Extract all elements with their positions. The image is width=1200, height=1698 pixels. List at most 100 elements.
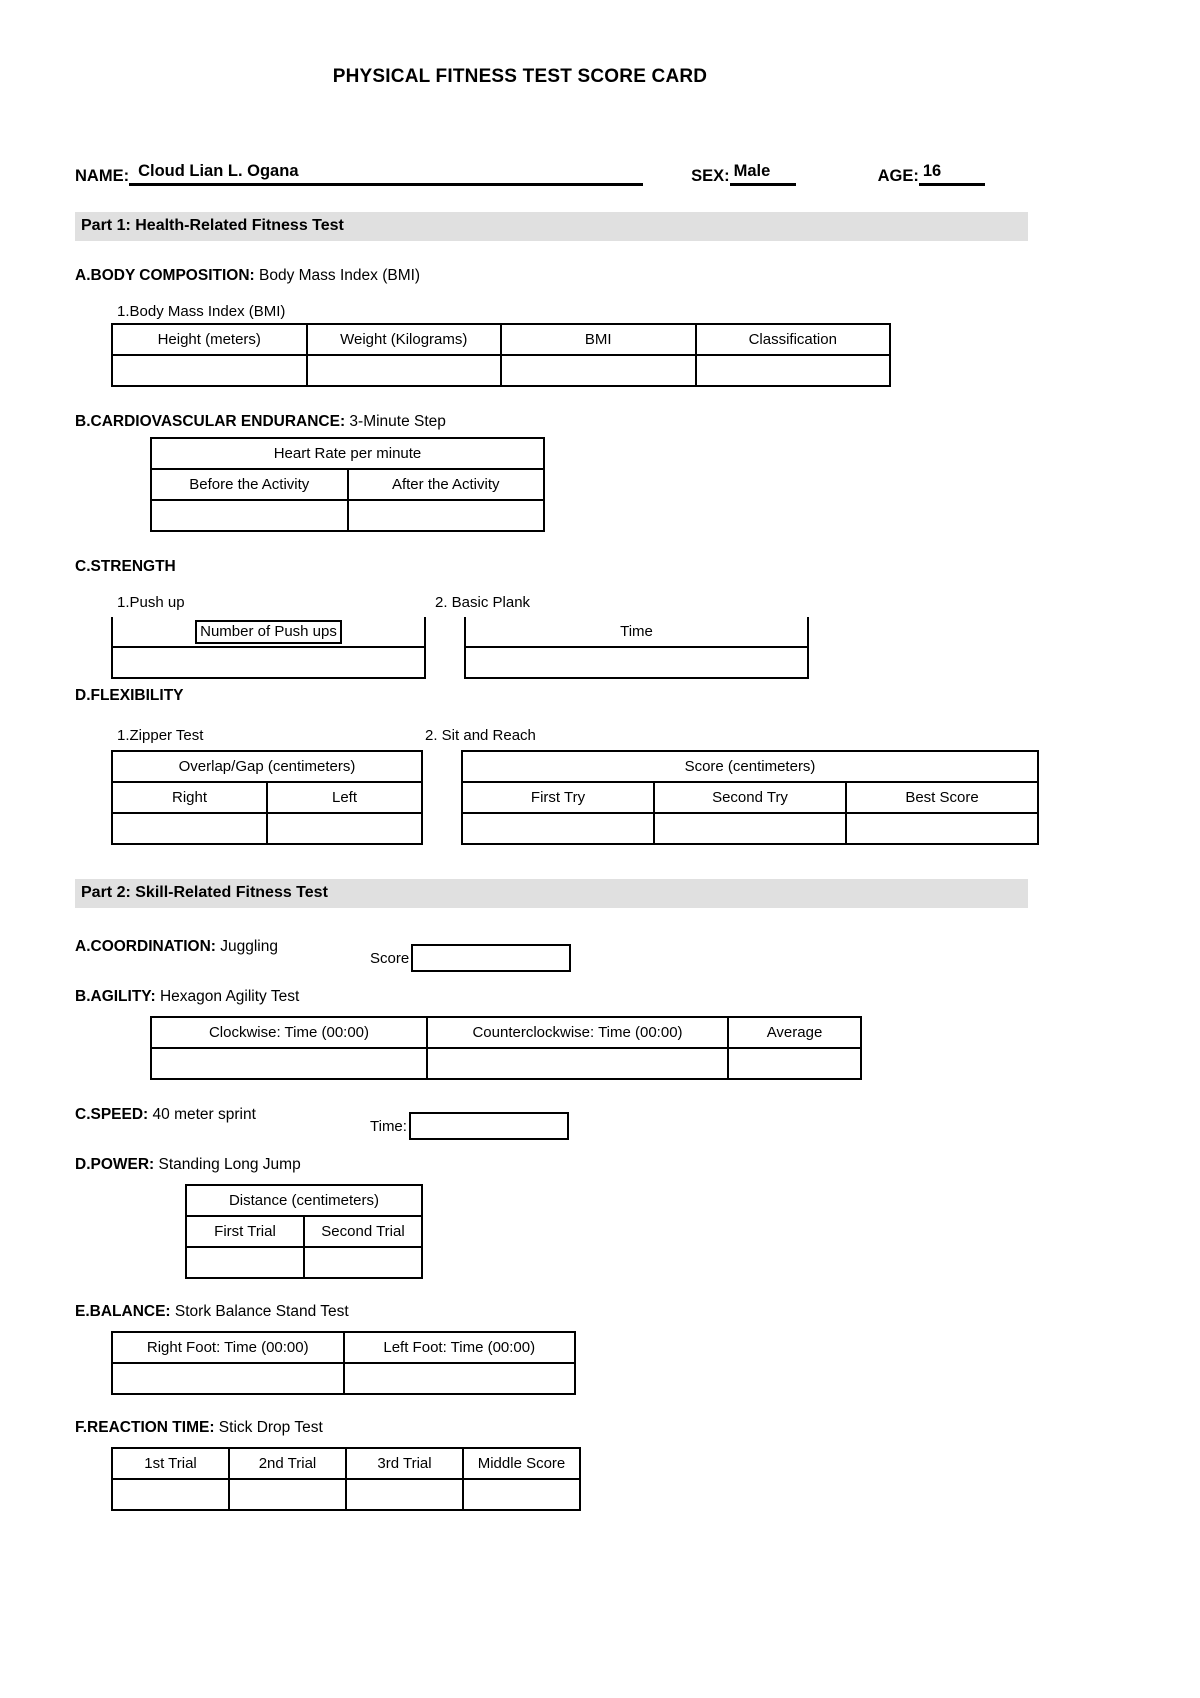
section-p2e-sublabel: Stork Balance Stand Test [170,1303,349,1320]
section-p2a-label: A.COORDINATION: [75,938,216,955]
balance-value-right-foot[interactable] [111,1362,345,1395]
sex-field[interactable]: Male [729,162,796,186]
pushup-sub-label: 1.Push up [117,594,185,611]
sex-label: SEX: [691,167,730,185]
section-p2b-sublabel: Hexagon Agility Test [155,988,300,1005]
reaction-header-trial-2: 2nd Trial [228,1447,347,1480]
reaction-value-trial-2[interactable] [228,1478,347,1511]
heart-rate-group-header: Heart Rate per minute [150,437,545,470]
agility-value-clockwise[interactable] [150,1047,428,1080]
score-card-page: PHYSICAL FITNESS TEST SCORE CARD NAME: C… [0,0,1200,1698]
reaction-value-trial-1[interactable] [111,1478,230,1511]
table-header-row: Distance (centimeters) [185,1184,423,1217]
section-p2f-sublabel: Stick Drop Test [214,1419,323,1436]
zipper-value-left[interactable] [266,812,423,845]
table-header-row: Right Left [111,781,423,814]
bmi-value-weight[interactable] [305,354,502,387]
table-header-row: Overlap/Gap (centimeters) [111,750,423,783]
sitreach-group-header: Score (centimeters) [461,750,1039,783]
table-row [111,1362,576,1395]
agility-value-counterclockwise[interactable] [426,1047,729,1080]
power-header-second-trial: Second Trial [303,1215,423,1248]
bmi-sub-label: 1.Body Mass Index (BMI) [117,303,286,320]
zipper-group-header: Overlap/Gap (centimeters) [111,750,423,783]
bmi-value-classification[interactable] [694,354,891,387]
section-reaction-time-heading: F.REACTION TIME: Stick Drop Test [75,1419,1040,1437]
section-p2b-label: B.AGILITY: [75,988,156,1005]
reaction-header-trial-1: 1st Trial [111,1447,230,1480]
part1-banner: Part 1: Health-Related Fitness Test [75,212,1028,241]
section-b1-label: B.CARDIOVASCULAR ENDURANCE: [75,413,346,430]
power-value-second-trial[interactable] [303,1246,423,1279]
heart-rate-table: Heart Rate per minute Before the Activit… [150,437,545,532]
section-p2f-label: F.REACTION TIME: [75,1419,215,1436]
section-a1-label: A.BODY COMPOSITION: [75,267,255,284]
heart-rate-header-after: After the Activity [346,468,545,501]
agility-header-counterclockwise: Counterclockwise: Time (00:00) [426,1016,729,1049]
table-row [111,646,426,679]
pushup-header-label: Number of Push ups [195,619,342,644]
sitreach-value-best[interactable] [845,812,1039,845]
section-strength-heading: C.STRENGTH [75,558,176,575]
reaction-value-middle-score[interactable] [462,1478,581,1511]
strength-sub-labels-row: 1.Push up 2. Basic Plank [75,594,1040,611]
name-field[interactable]: Cloud Lian L. Ogana [129,162,644,186]
reaction-header-middle-score: Middle Score [462,1447,581,1480]
student-info-row: NAME: Cloud Lian L. Ogana SEX: Male AGE:… [75,162,1005,186]
table-header-row: Heart Rate per minute [150,437,545,470]
zipper-value-right[interactable] [111,812,268,845]
table-header-row: Score (centimeters) [461,750,1039,783]
table-row [150,1047,862,1080]
pushup-value[interactable] [111,646,426,679]
table-header-row: Height (meters) Weight (Kilograms) BMI C… [111,323,891,356]
table-header-row: First Trial Second Trial [185,1215,423,1248]
sitreach-value-second[interactable] [653,812,847,845]
balance-value-left-foot[interactable] [342,1362,576,1395]
sitreach-value-first[interactable] [461,812,655,845]
agility-header-average: Average [727,1016,862,1049]
speed-time-input[interactable] [408,1112,569,1140]
plank-table: Time [464,617,809,679]
speed-time-label: Time: [370,1117,407,1135]
power-value-first-trial[interactable] [185,1246,305,1279]
table-row [461,812,1039,845]
heart-rate-value-before[interactable] [150,499,349,532]
coordination-score-input[interactable] [411,944,572,972]
power-table: Distance (centimeters) First Trial Secon… [185,1184,423,1279]
pushup-header-cell: Number of Push ups [111,617,426,648]
plank-header-time: Time [464,617,809,648]
section-agility-heading: B.AGILITY: Hexagon Agility Test [75,988,1040,1006]
bmi-header-bmi: BMI [500,323,697,356]
section-body-composition-heading: A.BODY COMPOSITION: Body Mass Index (BMI… [75,267,1040,285]
bmi-header-weight: Weight (Kilograms) [305,323,502,356]
name-label: NAME: [75,167,130,185]
balance-header-right-foot: Right Foot: Time (00:00) [111,1331,345,1364]
table-header-row: 1st Trial 2nd Trial 3rd Trial Middle Sco… [111,1447,581,1480]
section-b1-sublabel: 3-Minute Step [345,413,446,430]
coordination-score-label: Score [370,949,410,967]
table-header-row: Before the Activity After the Activity [150,468,545,501]
table-row [150,499,545,532]
table-row [185,1246,423,1279]
section-p2c-sublabel: 40 meter sprint [148,1106,256,1123]
pushup-table: Number of Push ups [111,617,426,679]
table-row [111,354,891,387]
age-field[interactable]: 16 [918,162,985,186]
plank-value[interactable] [464,646,809,679]
table-row [111,1478,581,1511]
part2-banner: Part 2: Skill-Related Fitness Test [75,879,1028,908]
reaction-value-trial-3[interactable] [345,1478,464,1511]
section-cardio-heading: B.CARDIOVASCULAR ENDURANCE: 3-Minute Ste… [75,413,1040,431]
page-content: PHYSICAL FITNESS TEST SCORE CARD NAME: C… [75,0,1040,1511]
table-header-row: Number of Push ups [111,617,426,648]
bmi-header-height: Height (meters) [111,323,308,356]
sitreach-sub-label: 2. Sit and Reach [425,727,536,744]
zipper-header-right: Right [111,781,268,814]
bmi-value-height[interactable] [111,354,308,387]
zipper-table: Overlap/Gap (centimeters) Right Left [111,750,423,845]
bmi-value-bmi[interactable] [500,354,697,387]
agility-value-average[interactable] [727,1047,862,1080]
power-header-first-trial: First Trial [185,1215,305,1248]
heart-rate-value-after[interactable] [346,499,545,532]
